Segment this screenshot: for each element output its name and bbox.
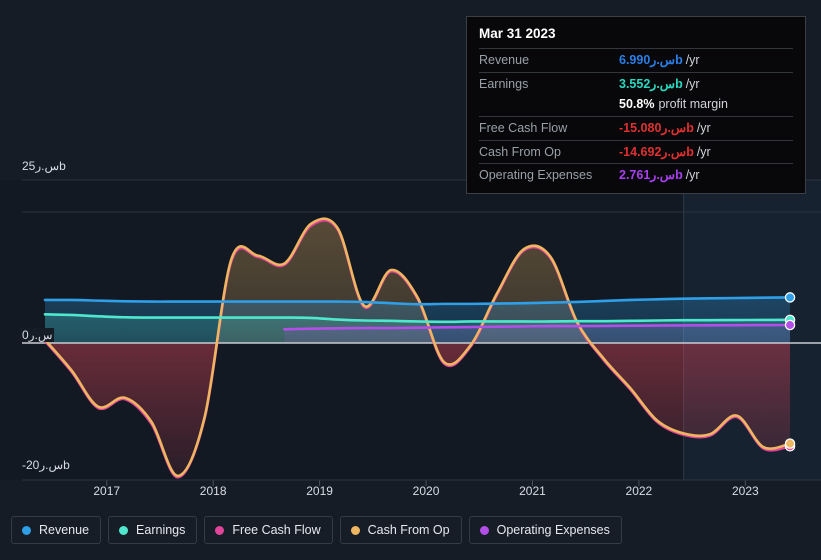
- tooltip-row-unit: /yr: [696, 120, 711, 135]
- legend-item-free-cash-flow[interactable]: Free Cash Flow: [204, 516, 333, 544]
- x-axis-tick-2021: 2021: [519, 484, 546, 498]
- legend-color-dot: [215, 525, 225, 535]
- tooltip-row-value: -15.080س.رb/yr: [619, 120, 711, 135]
- chart-page: 25س.رb 0س.ر -20س.رb 2017 2018 2019 2020 2021…: [0, 0, 821, 560]
- legend-item-label: Earnings: [136, 523, 186, 537]
- tooltip-rows: Revenue 6.990س.رb/yr Earnings 3.552س.رb/yr 5…: [479, 48, 793, 187]
- tooltip-row-value: 3.552س.رb/yr: [619, 76, 700, 91]
- tooltip-date: Mar 31 2023: [479, 26, 556, 41]
- legend-color-dot: [350, 525, 360, 535]
- legend-color-dot: [479, 525, 489, 535]
- tooltip-row-label: Operating Expenses: [479, 168, 593, 183]
- legend-item-label: Free Cash Flow: [232, 523, 321, 537]
- chart-tooltip: Mar 31 2023 Revenue 6.990س.رb/yr Earnings 3…: [466, 16, 806, 195]
- legend-item-revenue[interactable]: Revenue: [11, 516, 102, 544]
- x-axis-tick-2018: 2018: [199, 484, 227, 498]
- legend-item-label: Revenue: [39, 523, 90, 537]
- tooltip-row-unit: profit margin: [658, 96, 728, 111]
- legend-item-cash-from-op[interactable]: Cash From Op: [339, 516, 462, 544]
- tooltip-row-unit: /yr: [685, 76, 700, 91]
- tooltip-row: Revenue 6.990س.رb/yr: [479, 48, 793, 72]
- tooltip-row-unit: /yr: [696, 144, 711, 159]
- legend-item-label: Cash From Op: [367, 523, 450, 537]
- tooltip-row-value: 50.8% profit margin: [619, 96, 728, 111]
- tooltip-row: 50.8% profit margin: [479, 96, 793, 116]
- tooltip-row: Operating Expenses 2.761س.رb/yr: [479, 163, 793, 187]
- chart-legend[interactable]: Revenue Earnings Free Cash Flow Cash From O…: [11, 516, 622, 544]
- tooltip-row-label: Cash From Op: [479, 144, 561, 159]
- x-axis-tick-2020: 2020: [412, 484, 440, 498]
- tooltip-row-label: Earnings: [479, 76, 529, 91]
- legend-color-dot: [119, 525, 129, 535]
- tooltip-row-unit: /yr: [685, 168, 700, 183]
- legend-color-dot: [22, 525, 31, 535]
- tooltip-row-value: 6.990س.رb/yr: [619, 53, 700, 67]
- tooltip-row: Cash From Op -14.692س.رb/yr: [479, 139, 793, 164]
- y-axis-label-top: 25س.رb: [22, 159, 66, 173]
- tooltip-row-label: Free Cash Flow: [479, 120, 568, 135]
- x-axis-tick-2023: 2023: [731, 484, 759, 498]
- legend-item-earnings[interactable]: Earnings: [108, 516, 198, 544]
- tooltip-row-unit: /yr: [685, 53, 700, 67]
- y-axis-label-bottom: -20س.رb: [22, 458, 70, 472]
- tooltip-row-value: 2.761س.رb/yr: [619, 168, 700, 183]
- legend-item-label: Operating Expenses: [496, 523, 610, 537]
- legend-item-operating-expenses[interactable]: Operating Expenses: [468, 516, 622, 544]
- tooltip-row: Earnings 3.552س.رb/yr: [479, 71, 793, 96]
- x-axis-tick-2022: 2022: [625, 484, 653, 498]
- y-axis-label-zero: 0س.ر: [20, 328, 55, 342]
- x-axis-tick-2019: 2019: [306, 484, 333, 498]
- tooltip-row: Free Cash Flow -15.080س.رb/yr: [479, 115, 793, 140]
- tooltip-row-value: -14.692س.رb/yr: [619, 144, 711, 159]
- x-axis-tick-2017: 2017: [93, 484, 121, 498]
- tooltip-row-label: Revenue: [479, 53, 530, 67]
